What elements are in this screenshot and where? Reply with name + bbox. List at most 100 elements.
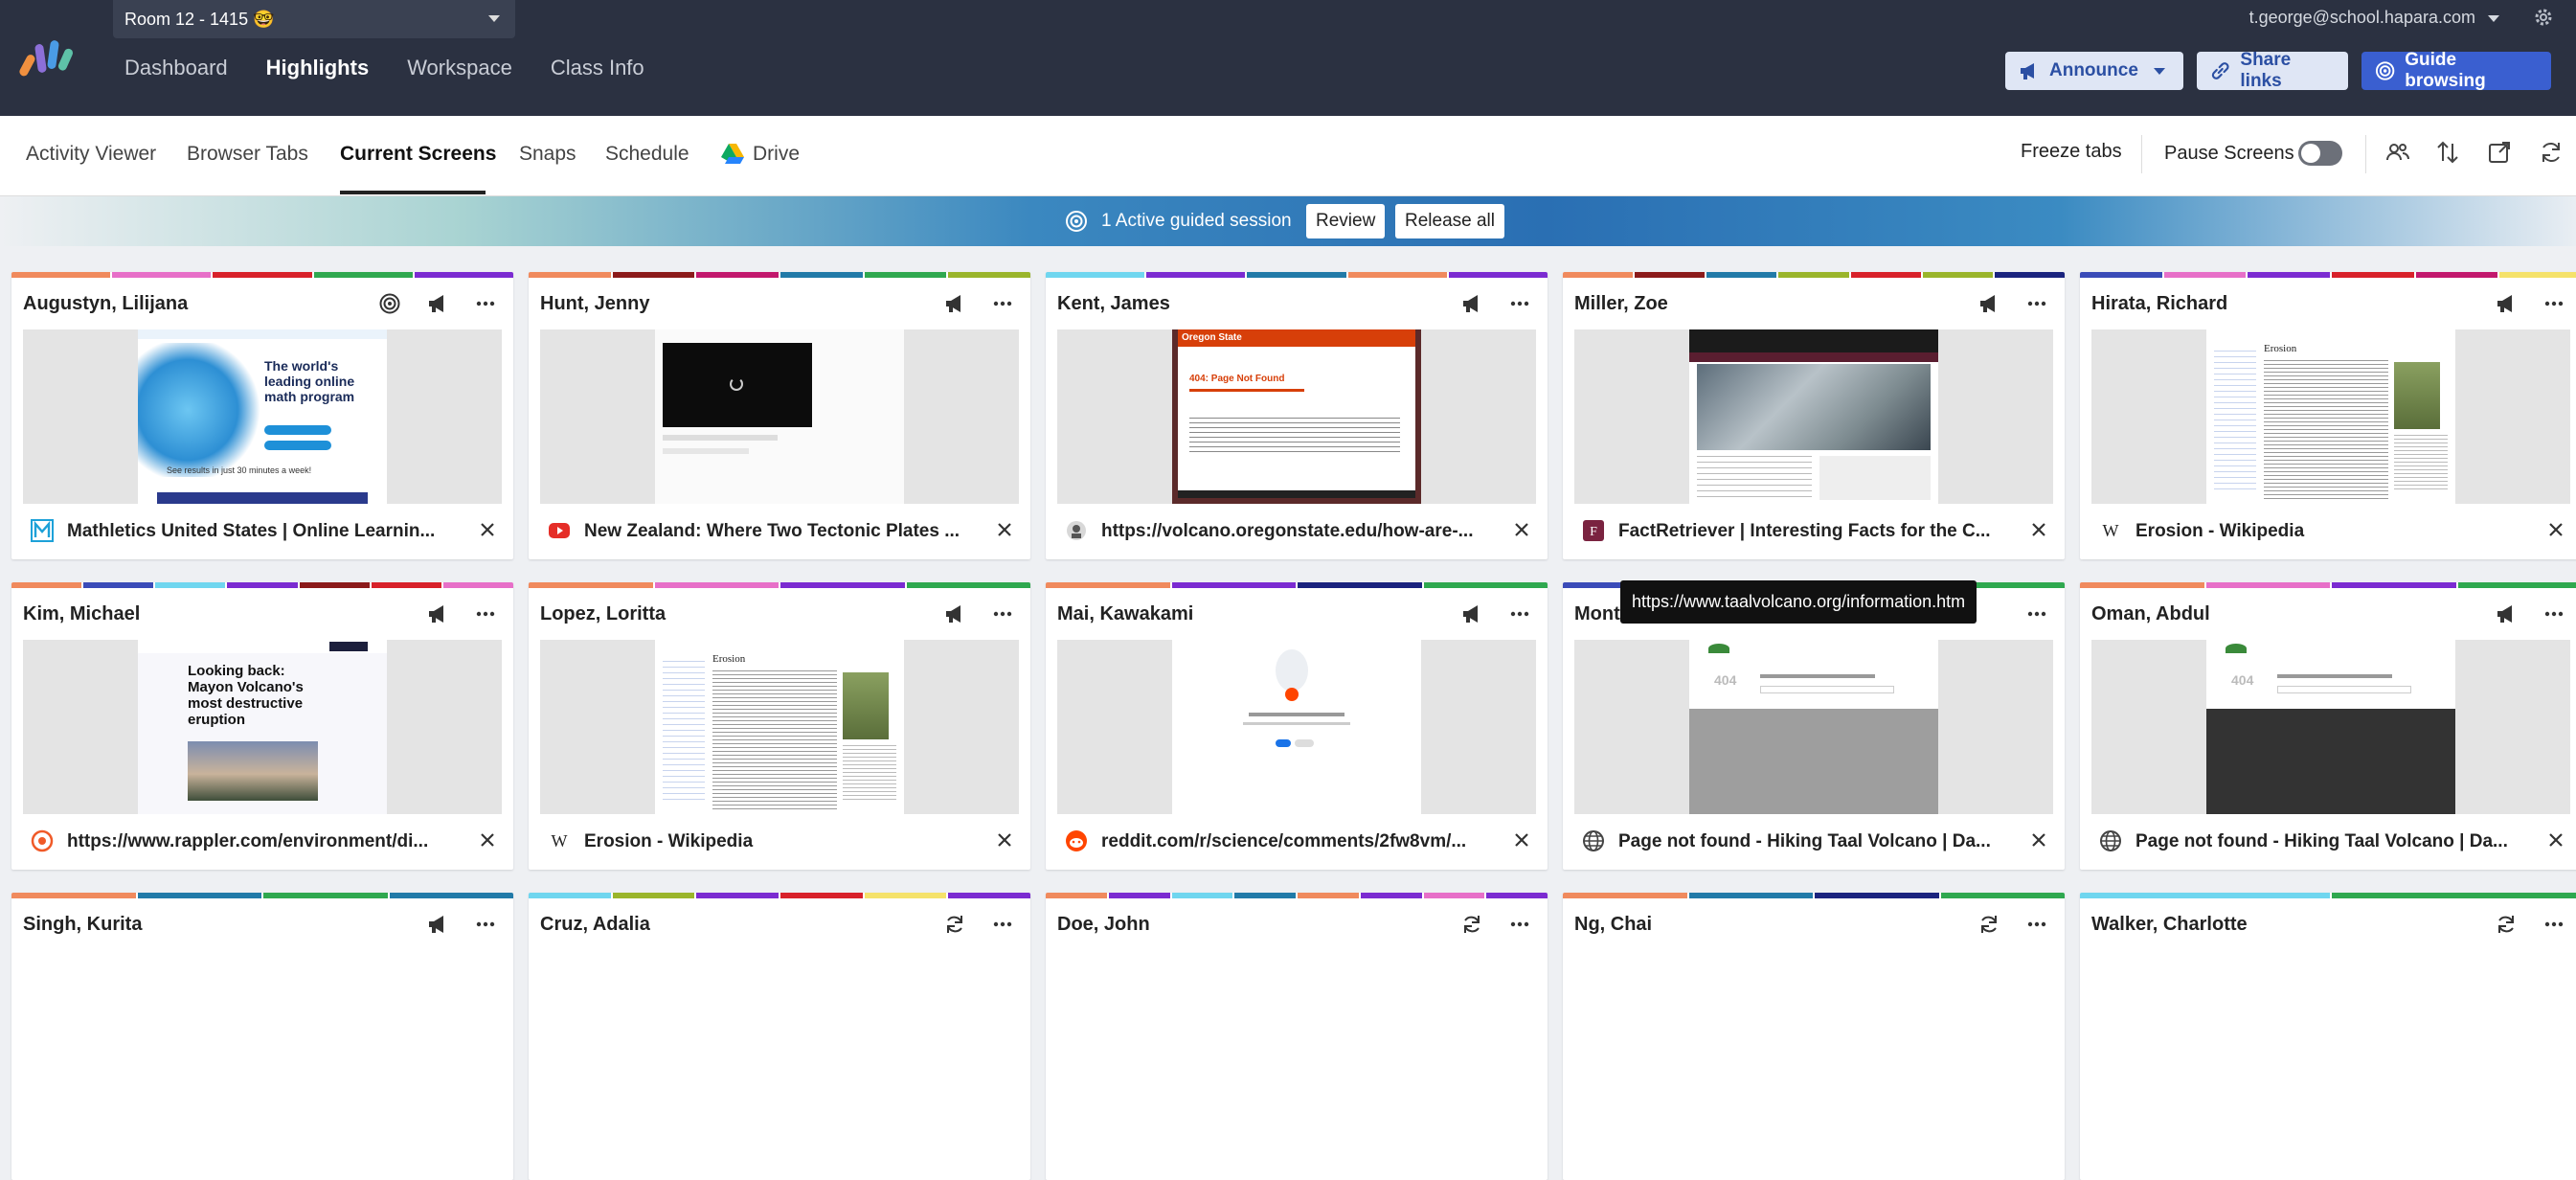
more-icon[interactable] (2026, 914, 2047, 935)
tab-title-link[interactable]: Erosion - Wikipedia (584, 831, 967, 852)
tab-browser-tabs[interactable]: Browser Tabs (187, 143, 308, 166)
student-name[interactable]: Mont (1574, 603, 1620, 625)
megaphone-icon[interactable] (427, 914, 448, 935)
megaphone-icon[interactable] (427, 293, 448, 314)
nav-dashboard[interactable]: Dashboard (124, 56, 228, 80)
student-name[interactable]: Hirata, Richard (2091, 293, 2227, 315)
release-all-button[interactable]: Release all (1395, 204, 1504, 238)
student-name[interactable]: Walker, Charlotte (2091, 914, 2248, 936)
screen-thumbnail[interactable]: The world's leading online math program … (23, 329, 502, 504)
guide-browsing-button[interactable]: Guide browsing (2361, 52, 2551, 90)
student-card[interactable]: Walker, Charlotte (2080, 893, 2576, 1180)
room-select[interactable]: Room 12 - 1415 🤓 (113, 0, 515, 38)
student-name[interactable]: Ng, Chai (1574, 914, 1652, 936)
megaphone-icon[interactable] (1461, 293, 1482, 314)
tab-activity-viewer[interactable]: Activity Viewer (26, 143, 156, 166)
screen-thumbnail[interactable]: Erosion (540, 640, 1019, 814)
refresh-icon[interactable] (2538, 139, 2565, 166)
student-card[interactable]: Kim, Michael Looking back: Mayon Volcano… (11, 582, 513, 870)
close-tab-icon[interactable] (2547, 521, 2565, 538)
tab-snaps[interactable]: Snaps (519, 143, 576, 166)
tab-title-link[interactable]: Page not found - Hiking Taal Volcano | D… (2135, 831, 2519, 852)
share-links-button[interactable]: Share links (2197, 52, 2348, 90)
gear-icon[interactable] (2532, 6, 2555, 29)
student-card[interactable]: Cruz, Adalia (529, 893, 1030, 1180)
megaphone-icon[interactable] (1461, 603, 1482, 624)
refresh-icon[interactable] (2496, 914, 2517, 935)
student-name[interactable]: Oman, Abdul (2091, 603, 2210, 625)
more-icon[interactable] (2543, 914, 2565, 935)
student-name[interactable]: Kent, James (1057, 293, 1170, 315)
student-name[interactable]: Mai, Kawakami (1057, 603, 1193, 625)
close-tab-icon[interactable] (996, 831, 1013, 849)
close-tab-icon[interactable] (996, 521, 1013, 538)
screen-thumbnail[interactable] (1057, 640, 1536, 814)
student-card[interactable]: Hirata, Richard Erosion WErosion - Wikip… (2080, 272, 2576, 559)
refresh-icon[interactable] (1461, 914, 1482, 935)
student-name[interactable]: Lopez, Loritta (540, 603, 666, 625)
announce-button[interactable]: Announce (2005, 52, 2183, 90)
tab-title-link[interactable]: Mathletics United States | Online Learni… (67, 521, 450, 542)
tab-title-link[interactable]: Erosion - Wikipedia (2135, 521, 2519, 542)
megaphone-icon[interactable] (944, 603, 965, 624)
megaphone-icon[interactable] (427, 603, 448, 624)
tab-title-link[interactable]: New Zealand: Where Two Tectonic Plates .… (584, 521, 967, 542)
student-card[interactable]: Kent, James Oregon State 404: Page Not F… (1046, 272, 1548, 559)
megaphone-icon[interactable] (2496, 293, 2517, 314)
student-card[interactable]: Ng, Chai (1563, 893, 2065, 1180)
tab-title-link[interactable]: https://www.rappler.com/environment/di..… (67, 831, 450, 852)
group-icon[interactable] (2384, 139, 2411, 166)
sort-icon[interactable] (2434, 139, 2461, 166)
student-card[interactable]: Mai, Kawakami reddit.com/r/science/comme… (1046, 582, 1548, 870)
nav-workspace[interactable]: Workspace (407, 56, 512, 80)
tab-title-link[interactable]: FactRetriever | Interesting Facts for th… (1618, 521, 2001, 542)
more-icon[interactable] (992, 603, 1013, 624)
megaphone-icon[interactable] (944, 293, 965, 314)
tab-title-link[interactable]: https://volcano.oregonstate.edu/how-are-… (1101, 521, 1484, 542)
more-icon[interactable] (1509, 293, 1530, 314)
hapara-logo-icon[interactable] (19, 36, 79, 79)
student-name[interactable]: Cruz, Adalia (540, 914, 650, 936)
nav-highlights[interactable]: Highlights (266, 56, 370, 80)
student-name[interactable]: Augustyn, Lilijana (23, 293, 188, 315)
tab-schedule[interactable]: Schedule (605, 143, 689, 166)
close-tab-icon[interactable] (2030, 521, 2047, 538)
refresh-icon[interactable] (1978, 914, 2000, 935)
student-name[interactable]: Miller, Zoe (1574, 293, 1668, 315)
tab-current-screens[interactable]: Current Screens (340, 143, 496, 166)
screen-thumbnail[interactable]: 404 (2091, 640, 2570, 814)
close-tab-icon[interactable] (1513, 521, 1530, 538)
student-card[interactable]: Augustyn, Lilijana The world's leading o… (11, 272, 513, 559)
close-tab-icon[interactable] (2547, 831, 2565, 849)
more-icon[interactable] (2543, 603, 2565, 624)
more-icon[interactable] (992, 914, 1013, 935)
target-icon[interactable] (379, 293, 400, 314)
review-button[interactable]: Review (1306, 204, 1385, 238)
more-icon[interactable] (2026, 293, 2047, 314)
more-icon[interactable] (2543, 293, 2565, 314)
screen-thumbnail[interactable] (1574, 329, 2053, 504)
megaphone-icon[interactable] (2496, 603, 2517, 624)
nav-class-info[interactable]: Class Info (551, 56, 644, 80)
more-icon[interactable] (475, 914, 496, 935)
pause-screens-toggle[interactable] (2298, 141, 2342, 166)
more-icon[interactable] (1509, 603, 1530, 624)
screen-thumbnail[interactable]: Looking back: Mayon Volcano's most destr… (23, 640, 502, 814)
student-card[interactable]: Hunt, Jenny New Zealand: Where Two Tecto… (529, 272, 1030, 559)
student-name[interactable]: Singh, Kurita (23, 914, 142, 936)
tab-title-link[interactable]: Page not found - Hiking Taal Volcano | D… (1618, 831, 2001, 852)
tab-title-link[interactable]: reddit.com/r/science/comments/2fw8vm/... (1101, 831, 1484, 852)
screen-thumbnail[interactable]: 404 (1574, 640, 2053, 814)
student-name[interactable]: Hunt, Jenny (540, 293, 649, 315)
freeze-tabs-button[interactable]: Freeze tabs (2021, 141, 2122, 163)
student-card[interactable]: Mont 404 Page not found - Hiking Taal Vo… (1563, 582, 2065, 870)
expand-icon[interactable] (2486, 139, 2513, 166)
more-icon[interactable] (475, 293, 496, 314)
tab-drive[interactable]: Drive (753, 143, 800, 166)
student-card[interactable]: Doe, John (1046, 893, 1548, 1180)
student-name[interactable]: Doe, John (1057, 914, 1150, 936)
close-tab-icon[interactable] (2030, 831, 2047, 849)
student-card[interactable]: Singh, Kurita (11, 893, 513, 1180)
screen-thumbnail[interactable] (540, 329, 1019, 504)
more-icon[interactable] (1509, 914, 1530, 935)
